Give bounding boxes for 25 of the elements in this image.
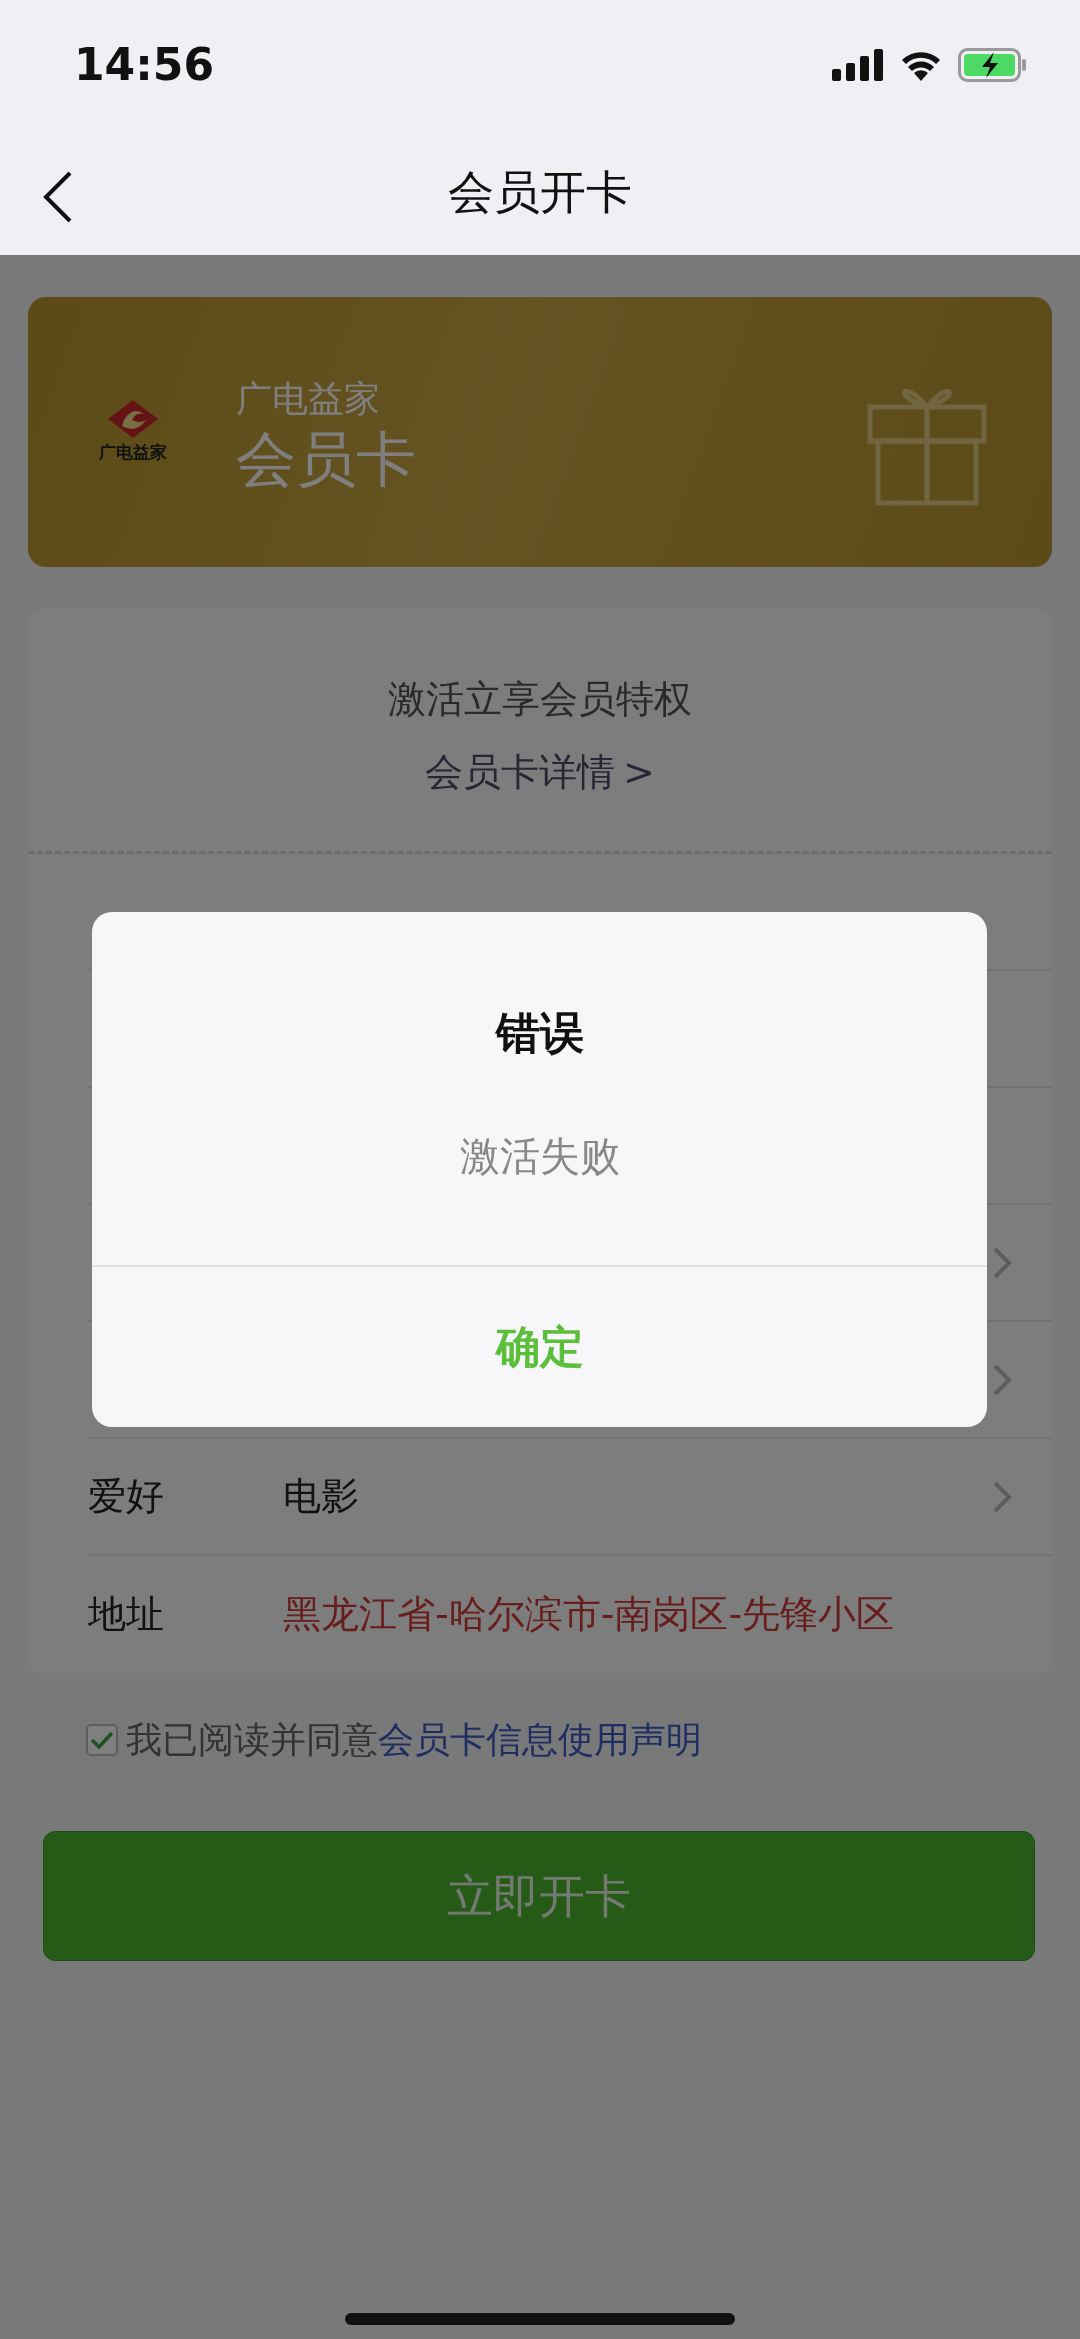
dialog-message: 激活失败 [459, 1133, 620, 1179]
chevron-icon [992, 1245, 1012, 1280]
agreement-text: 我已阅读并同意会员卡信息使用声明 [126, 1718, 702, 1762]
dialog-title: 错误 [495, 1007, 584, 1058]
field-label: 地址 [88, 1591, 165, 1638]
battery-charging-icon [958, 48, 1028, 82]
confirm-button[interactable]: 确定 [92, 1267, 987, 1427]
field-label: 爱好 [88, 1473, 165, 1520]
chevron-icon [992, 1479, 1012, 1514]
logo-icon [106, 398, 160, 441]
status-time: 14:56 [74, 38, 215, 92]
statement-link[interactable]: 会员卡信息使用声明 [378, 1719, 702, 1760]
card-title: 会员卡 [236, 426, 416, 492]
card-brand: 广电益家 [236, 377, 381, 421]
agree-checkbox[interactable] [86, 1724, 118, 1756]
privilege-headline: 激活立享会员特权 [388, 676, 692, 723]
card-details-link[interactable]: 会员卡详情 > [425, 744, 655, 801]
open-card-button[interactable]: 立即开卡 [43, 1831, 1035, 1961]
wifi-icon [900, 49, 942, 81]
chevron-icon [992, 1362, 1012, 1397]
field-value[interactable]: 电影 [283, 1468, 359, 1525]
signal-icon [832, 49, 884, 81]
page-title: 会员开卡 [448, 164, 632, 221]
logo-text: 广电益家 [99, 441, 167, 465]
field-value[interactable]: 黑龙江省-哈尔滨市-南岗区-先锋小区 [283, 1586, 895, 1643]
